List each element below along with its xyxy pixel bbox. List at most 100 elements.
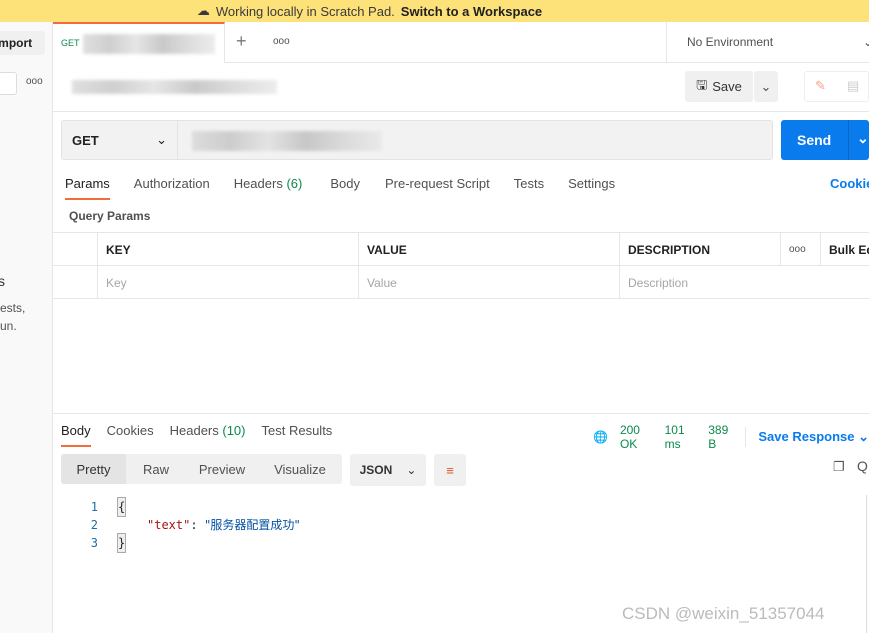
tab-label: Headers [233,176,283,191]
switch-workspace-link[interactable]: Switch to a Workspace [401,4,542,19]
tab-authorization[interactable]: Authorization [134,176,210,191]
status-code: 200 OK [619,423,640,451]
line-number: 2 [90,518,98,532]
key-input[interactable]: Key [97,266,358,299]
environment-select[interactable]: No Environment ⌄ [666,22,869,62]
line-number: 3 [90,536,98,550]
column-description: DESCRIPTION [619,233,780,266]
save-response-button[interactable]: Save Response ⌄ [758,429,869,445]
chevron-down-icon[interactable]: ⌄ [857,130,869,147]
request-tab[interactable]: GET [53,22,225,63]
response-body-editor[interactable]: 1{ 2 "text": "服务器配置成功" 3} [80,497,300,553]
tab-test-results[interactable]: Test Results [262,423,333,438]
save-button[interactable]: 🖫 Save [685,71,753,102]
query-params-title: Query Params [69,209,151,223]
documentation-icon[interactable]: ▤ [847,78,859,94]
cloud-off-icon: ☁ [196,3,210,18]
tab-response-headers[interactable]: Headers (10) [170,423,246,438]
save-dropdown-button[interactable]: ⌄ [754,71,778,102]
column-value: VALUE [358,233,619,266]
view-visualize[interactable]: Visualize [258,462,342,477]
code-text: { [116,497,127,517]
table-more-button[interactable]: ooo [780,233,820,266]
tab-more-button[interactable]: ooo [273,36,290,47]
scratch-pad-banner: ☁ Working locally in Scratch Pad. Switch… [0,0,869,22]
tab-method: GET [61,38,80,48]
code-text: } [116,533,127,553]
view-pretty[interactable]: Pretty [61,454,126,484]
save-icon: 🖫 [696,76,708,92]
view-mode-group: Pretty Raw Preview Visualize [61,454,342,484]
redacted-request-name [72,80,277,94]
line-number: 1 [90,500,98,514]
tab-settings[interactable]: Settings [568,176,615,191]
sidebar-text: ests, [0,301,26,315]
headers-count: (10) [222,423,246,438]
new-tab-button[interactable]: + [236,31,247,52]
watermark: CSDN @weixin_51357044 [622,604,825,623]
headers-count: (6) [286,176,303,191]
tab-tests[interactable]: Tests [514,176,544,191]
method-select[interactable]: GET ⌄ [62,121,178,159]
send-label: Send [797,132,832,148]
response-meta: 🌐 200 OK 101 ms 389 B Save Response ⌄ [593,423,869,451]
table-header-row: KEY VALUE DESCRIPTION ooo Bulk Edit [53,233,869,266]
bulk-edit-button[interactable]: Bulk Edit [820,233,869,266]
request-tabs: Params Authorization Headers (6) Body Pr… [65,176,615,200]
chevron-down-icon: ⌄ [406,463,417,477]
tab-response-cookies[interactable]: Cookies [107,423,154,438]
sidebar-text: un. [0,319,17,333]
view-preview[interactable]: Preview [186,462,258,477]
divider [53,413,869,414]
format-label: JSON [359,463,393,477]
query-params-table: KEY VALUE DESCRIPTION ooo Bulk Edit Key … [53,232,869,299]
divider [53,111,869,112]
sidebar: Import ooo s ests, un. [0,22,53,633]
tab-params[interactable]: Params [65,176,110,200]
table-row: Key Value Description [53,266,869,299]
environment-label: No Environment [687,35,774,49]
code-line: 2 "text": "服务器配置成功" [80,516,300,534]
url-bar: GET ⌄ [61,120,773,160]
tab-label: Headers [169,423,219,438]
method-label: GET [72,132,99,148]
banner-text: Working locally in Scratch Pad. [215,3,395,19]
save-response-label: Save Response [758,429,855,444]
wrap-icon: ≡ [446,462,454,478]
sidebar-search-input[interactable] [0,72,17,95]
side-actions: ✎ ▤ [804,71,869,102]
chevron-down-icon: ⌄ [760,78,772,94]
send-button[interactable]: Send ⌄ [781,120,869,160]
save-label: Save [712,79,742,94]
view-raw[interactable]: Raw [126,462,186,477]
json-key: "text" [147,518,191,532]
description-input[interactable]: Description [619,266,869,299]
tab-body[interactable]: Body [330,176,360,191]
response-size: 389 B [708,423,729,451]
search-icon[interactable]: Q [857,458,868,474]
chevron-down-icon: ⌄ [862,35,869,49]
url-input[interactable] [192,131,382,151]
wrap-lines-button[interactable]: ≡ [434,454,466,486]
tab-pre-request-script[interactable]: Pre-request Script [385,176,490,191]
code-line: 1{ [80,497,300,517]
cookies-link[interactable]: Cookies [830,176,869,191]
copy-icon[interactable]: ❐ [833,459,845,475]
import-button[interactable]: Import [0,31,45,55]
response-tabs: Body Cookies Headers (10) Test Results [61,423,333,447]
format-select[interactable]: JSON ⌄ [350,454,426,486]
column-key: KEY [97,233,358,266]
edit-icon[interactable]: ✎ [815,78,826,94]
globe-icon[interactable]: 🌐 [593,430,608,444]
editor-scrollbar[interactable] [866,495,867,633]
sidebar-heading: s [0,273,5,289]
sidebar-more-button[interactable]: ooo [26,76,43,87]
response-time: 101 ms [664,423,685,451]
chevron-down-icon: ⌄ [156,132,167,147]
value-input[interactable]: Value [358,266,619,299]
tab-headers[interactable]: Headers (6) [234,176,303,191]
tab-response-body[interactable]: Body [61,423,91,447]
code-line: 3} [80,533,300,553]
redacted-tab-name [83,34,215,54]
request-tab-bar: GET + ooo No Environment ⌄ [53,22,869,63]
